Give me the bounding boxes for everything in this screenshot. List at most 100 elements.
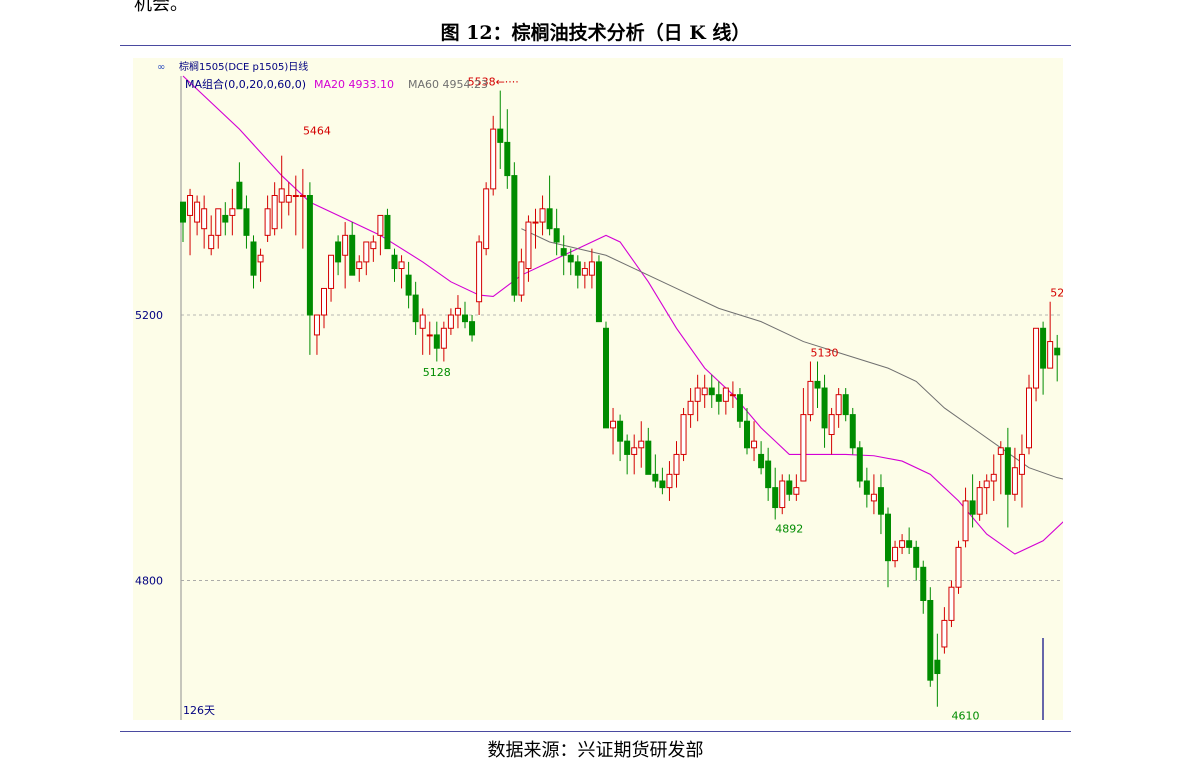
y-tick-label: 4800 (135, 575, 163, 588)
chart-symbol: 棕榈1505(DCE p1505)日线 (179, 60, 308, 73)
title-rule (120, 45, 1071, 46)
candle-body (187, 195, 194, 216)
candle-body (990, 473, 997, 482)
price-annotation: 5128 (423, 366, 451, 379)
candle-body (779, 480, 786, 509)
candle-body (645, 440, 652, 475)
candle-body (440, 327, 447, 349)
candle-body (313, 314, 320, 336)
candle-body (744, 420, 750, 449)
candle (955, 540, 962, 594)
candle (603, 321, 609, 429)
candle (483, 182, 490, 256)
candle-body (652, 473, 659, 482)
candle-body (708, 387, 715, 396)
candle-body (433, 334, 440, 349)
candle-body (617, 420, 624, 442)
candle (511, 162, 518, 302)
candle-body (511, 175, 518, 296)
candle-body (962, 500, 969, 542)
price-annotation: 5464 (303, 125, 331, 138)
candle-body (490, 128, 497, 190)
candle-body (560, 248, 567, 256)
candle-body (624, 440, 631, 455)
candle-body (1054, 347, 1061, 356)
candle-body (659, 480, 666, 489)
candle-body (377, 214, 384, 236)
candle-body (835, 394, 842, 416)
candle-body (1040, 327, 1047, 369)
candle-body (849, 414, 856, 449)
candle-body (772, 487, 779, 509)
candle-body (729, 394, 736, 397)
candle-body (335, 241, 342, 263)
candle-body (285, 195, 292, 203)
candle-body (194, 201, 201, 223)
candle-body (419, 314, 426, 329)
chart-background (133, 58, 1063, 720)
candle (680, 407, 687, 462)
source-rule (120, 731, 1071, 732)
price-annotation: 5220 (1050, 287, 1063, 300)
candle-body (292, 195, 299, 198)
candle-body (476, 241, 483, 303)
candle-body (687, 400, 694, 416)
candle-body (955, 546, 962, 588)
source-note: 数据来源：兴证期货研发部 (487, 740, 704, 761)
candle-body (257, 254, 264, 263)
candle-body (504, 141, 511, 177)
candle-body (546, 208, 553, 230)
candle-body (927, 599, 934, 681)
candle-body (920, 566, 927, 601)
candle-body (603, 327, 609, 429)
candle-body (807, 380, 814, 416)
candle-body (913, 546, 920, 568)
candle-body (370, 241, 377, 250)
candle-body (483, 188, 490, 250)
candle-body (793, 487, 800, 495)
ma-combo-label: MA组合(0,0,20,0,60,0) (185, 77, 306, 91)
candle (927, 587, 934, 687)
candle-body (243, 208, 250, 236)
figure-title: 图 12：棕榈油技术分析（日 K 线） (440, 22, 751, 44)
candle-body (215, 208, 222, 236)
candle-body (574, 261, 581, 276)
candle-body (426, 334, 433, 337)
candle-body (588, 261, 595, 276)
candle-body (518, 261, 525, 296)
candle-body (863, 480, 870, 495)
candle-body (208, 234, 215, 250)
candle-body (469, 321, 476, 336)
candle-body (1004, 447, 1011, 495)
candle-body (250, 241, 257, 276)
candle-body (1033, 327, 1040, 389)
candle-body (715, 394, 722, 402)
candle-body (680, 414, 687, 455)
candle-body (892, 546, 899, 562)
candle-body (786, 480, 793, 495)
candle-body (462, 314, 468, 323)
candle-body (278, 188, 285, 203)
candle-body (349, 234, 356, 276)
candle-body (201, 208, 208, 230)
candle-body (694, 387, 701, 402)
candle-body (321, 287, 327, 316)
candle-body (391, 254, 398, 270)
candle-body (969, 500, 976, 515)
candle-body (751, 440, 758, 449)
candle-body (497, 128, 504, 143)
candle (948, 580, 955, 628)
ma20-label: MA20 4933.10 (314, 78, 394, 91)
price-annotation: 5130 (811, 346, 839, 359)
link-icon: ∞ (157, 62, 165, 73)
candle-body (405, 274, 412, 296)
candle-body (722, 387, 729, 402)
candle-body (595, 261, 602, 323)
candle-body (180, 201, 186, 223)
candle-body (983, 480, 990, 489)
candle-body (934, 659, 941, 675)
candle (595, 255, 602, 323)
candle-body (306, 195, 313, 316)
candle-body (553, 228, 560, 243)
candle-body (877, 487, 884, 515)
